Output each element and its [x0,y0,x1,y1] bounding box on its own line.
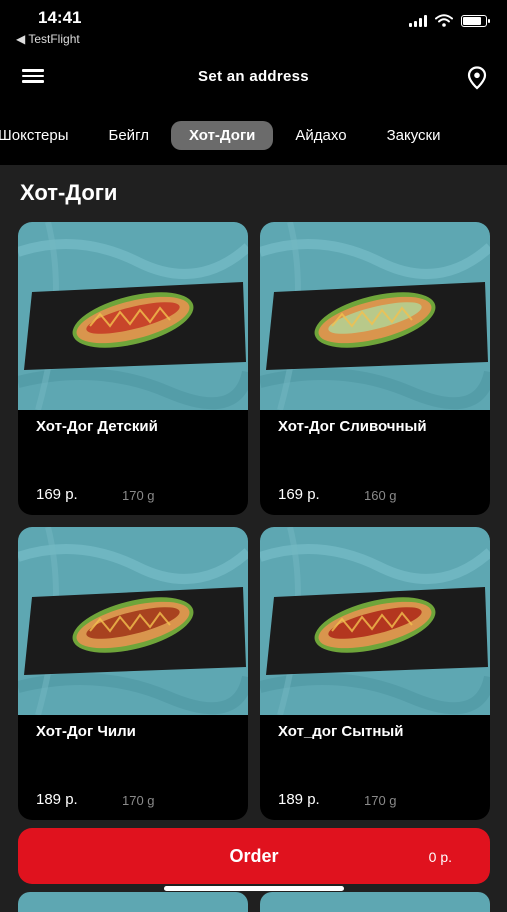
category-tabs: Шокстеры Бейгл Хот-Доги Айдахо Закуски [0,118,462,152]
location-pin-icon[interactable] [467,66,487,90]
product-price: 169 р. [278,486,320,503]
next-product-card-peek [260,892,490,912]
cellular-signal-icon [409,14,427,27]
product-photo [18,222,248,410]
section-title: Хот-Доги [20,180,118,205]
product-photo [18,527,248,715]
product-weight: 170 g [122,793,155,808]
tab-category[interactable]: Шокстеры [0,121,87,150]
status-icons [409,14,490,27]
product-weight: 160 g [364,488,397,503]
order-button[interactable]: Order 0 р. [18,828,490,884]
product-card[interactable]: Хот-Дог Детский 169 р. 170 g [18,222,248,515]
order-total: 0 р. [428,849,452,865]
product-name: Хот-Дог Чили [36,723,136,740]
product-name: Хот-Дог Сливочный [278,418,427,435]
back-to-testflight-link[interactable]: ◀ TestFlight [16,32,80,46]
status-time: 14:41 [38,8,82,27]
battery-icon [461,14,490,27]
product-price: 189 р. [278,791,320,808]
tab-category[interactable]: Хот-Доги [170,120,274,150]
product-price: 189 р. [36,791,78,808]
tab-category[interactable]: Закуски [369,121,459,150]
product-card[interactable]: Хот-Дог Сливочный 169 р. 160 g [260,222,490,515]
product-name: Хот_дог Сытный [278,723,404,740]
top-bar: 14:41 ◀ TestFlight Set an address Шоксте… [0,0,507,165]
product-card[interactable]: Хот-Дог Чили 189 р. 170 g [18,527,248,820]
order-button-label: Order [229,846,279,866]
product-weight: 170 g [364,793,397,808]
wifi-icon [435,14,453,27]
tab-category[interactable]: Айдахо [277,121,364,150]
home-indicator[interactable] [164,886,344,891]
product-photo [260,222,490,410]
next-product-card-peek [18,892,248,912]
set-address-button[interactable]: Set an address [0,68,507,85]
tab-category[interactable]: Бейгл [91,121,167,150]
product-photo [260,527,490,715]
product-card[interactable]: Хот_дог Сытный 189 р. 170 g [260,527,490,820]
product-name: Хот-Дог Детский [36,418,158,435]
battery-level [463,16,481,25]
product-weight: 170 g [122,488,155,503]
product-price: 169 р. [36,486,78,503]
